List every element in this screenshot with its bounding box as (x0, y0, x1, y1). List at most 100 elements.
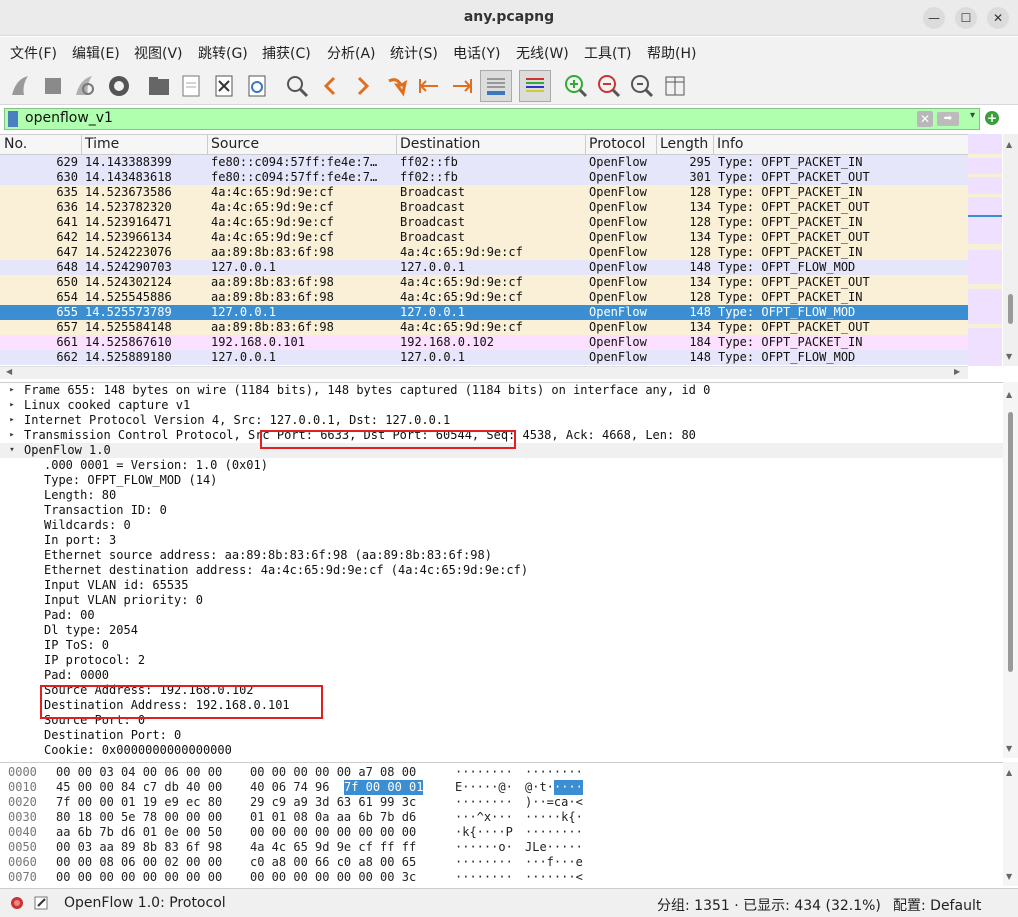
hex-row[interactable]: 0020 7f 00 00 01 19 e9 ec 80 29 c9 a9 3d 6… (0, 795, 1003, 810)
menu-tools[interactable]: 工具(T) (584, 43, 631, 63)
expand-arrow-icon[interactable]: ▸ (7, 398, 17, 413)
packet-list-scrollbar[interactable]: ▲ ▼ (1003, 134, 1018, 366)
detail-row[interactable]: Input VLAN id: 65535 (0, 578, 1003, 593)
detail-row[interactable]: Wildcards: 0 (0, 518, 1003, 533)
packet-row[interactable]: 655 14.525573789 127.0.0.1 127.0.0.1 OpenFlo… (0, 305, 968, 320)
detail-row[interactable]: ▸ Internet Protocol Version 4, Src: 127.0… (0, 413, 1003, 428)
packet-row[interactable]: 629 14.143388399 fe80::c094:57ff:fe4e:7… ff… (0, 155, 968, 170)
detail-row[interactable]: Pad: 00 (0, 608, 1003, 623)
menu-help[interactable]: 帮助(H) (647, 43, 696, 63)
bookmark-icon[interactable] (8, 111, 18, 127)
packet-row[interactable]: 636 14.523782320 4a:4c:65:9d:9e:cf Broadcas… (0, 200, 968, 215)
add-filter-button-icon[interactable]: + (985, 111, 999, 125)
find-packet-icon[interactable] (282, 71, 312, 101)
first-packet-icon[interactable] (414, 71, 444, 101)
display-filter-bar[interactable]: openflow_v1 ✕ ➡ ▾ (4, 108, 980, 130)
hex-row[interactable]: 0060 00 00 08 06 00 02 00 00 c0 a8 00 66 c… (0, 855, 1003, 870)
detail-row[interactable]: .000 0001 = Version: 1.0 (0x01) (0, 458, 1003, 473)
maximize-button[interactable]: ☐ (955, 7, 977, 29)
colorize-icon[interactable] (519, 70, 551, 102)
detail-row[interactable]: IP ToS: 0 (0, 638, 1003, 653)
packet-row[interactable]: 647 14.524223076 aa:89:8b:83:6f:98 4a:4c:65… (0, 245, 968, 260)
expand-arrow-icon[interactable]: ▸ (7, 383, 17, 398)
go-back-icon[interactable] (315, 71, 345, 101)
detail-row[interactable]: In port: 3 (0, 533, 1003, 548)
packet-minimap[interactable] (968, 134, 1002, 366)
packet-row[interactable]: 661 14.525867610 192.168.0.101 192.168.0.10… (0, 335, 968, 350)
bytes-scrollbar[interactable]: ▲ ▼ (1003, 762, 1018, 886)
packet-row[interactable]: 662 14.525889180 127.0.0.1 127.0.0.1 OpenFlo… (0, 350, 968, 365)
packet-row[interactable]: 657 14.525584148 aa:89:8b:83:6f:98 4a:4c:65… (0, 320, 968, 335)
detail-row[interactable]: Dl type: 2054 (0, 623, 1003, 638)
hex-row[interactable]: 0070 00 00 00 00 00 00 00 00 00 00 00 00 0… (0, 870, 1003, 885)
packet-row[interactable]: 648 14.524290703 127.0.0.1 127.0.0.1 OpenFlo… (0, 260, 968, 275)
detail-row[interactable]: Ethernet destination address: 4a:4c:65:9… (0, 563, 1003, 578)
detail-row[interactable]: IP protocol: 2 (0, 653, 1003, 668)
menu-analyze[interactable]: 分析(A) (327, 43, 376, 63)
close-file-icon[interactable] (209, 71, 239, 101)
restart-capture-icon[interactable] (70, 71, 100, 101)
last-packet-icon[interactable] (447, 71, 477, 101)
save-file-icon[interactable] (176, 71, 206, 101)
col-time[interactable]: Time (85, 136, 119, 152)
menu-statistics[interactable]: 统计(S) (390, 43, 438, 63)
col-length[interactable]: Length (660, 136, 708, 152)
hex-row[interactable]: 0030 80 18 00 5e 78 00 00 00 01 01 08 0a a… (0, 810, 1003, 825)
detail-row[interactable]: ▸ Frame 655: 148 bytes on wire (1184 bits… (0, 383, 1003, 398)
hex-row[interactable]: 0000 00 00 03 04 00 06 00 00 00 00 00 00 0… (0, 765, 1003, 780)
packet-row[interactable]: 654 14.525545886 aa:89:8b:83:6f:98 4a:4c:65… (0, 290, 968, 305)
detail-row[interactable]: Length: 80 (0, 488, 1003, 503)
expand-arrow-icon[interactable]: ▸ (7, 413, 17, 428)
status-profile[interactable]: 配置: Default (893, 895, 981, 915)
packet-row[interactable]: 642 14.523966134 4a:4c:65:9d:9e:cf Broadcas… (0, 230, 968, 245)
normal-size-icon[interactable] (627, 71, 657, 101)
menu-file[interactable]: 文件(F) (10, 43, 57, 63)
col-protocol[interactable]: Protocol (589, 136, 645, 152)
detail-row[interactable]: Cookie: 0x0000000000000000 (0, 743, 1003, 758)
capture-status-icon[interactable] (10, 896, 24, 910)
detail-row[interactable]: Transaction ID: 0 (0, 503, 1003, 518)
close-button[interactable]: ✕ (987, 7, 1009, 29)
autoscroll-icon[interactable] (480, 70, 512, 102)
packet-list-hscrollbar[interactable]: ◀ ▶ (0, 366, 968, 379)
col-info[interactable]: Info (717, 136, 744, 152)
shark-fin-start-icon[interactable] (6, 71, 36, 101)
col-destination[interactable]: Destination (400, 136, 480, 152)
filter-dropdown-icon[interactable]: ▾ (970, 110, 975, 121)
display-filter-input[interactable]: openflow_v1 (25, 110, 113, 126)
expand-arrow-icon[interactable]: ▸ (7, 428, 17, 443)
detail-row[interactable]: Type: OFPT_FLOW_MOD (14) (0, 473, 1003, 488)
edit-comment-icon[interactable] (34, 896, 48, 910)
packet-row[interactable]: 630 14.143483618 fe80::c094:57ff:fe4e:7… ff… (0, 170, 968, 185)
stop-capture-icon[interactable] (38, 71, 68, 101)
go-forward-icon[interactable] (348, 71, 378, 101)
col-no[interactable]: No. (4, 136, 27, 152)
menu-capture[interactable]: 捕获(C) (262, 43, 311, 63)
col-source[interactable]: Source (211, 136, 259, 152)
go-to-packet-icon[interactable] (381, 71, 411, 101)
zoom-out-icon[interactable] (594, 71, 624, 101)
menu-view[interactable]: 视图(V) (134, 43, 183, 63)
minimize-button[interactable]: — (923, 7, 945, 29)
resize-columns-icon[interactable] (660, 71, 690, 101)
reload-file-icon[interactable] (242, 71, 272, 101)
detail-row[interactable]: Pad: 0000 (0, 668, 1003, 683)
detail-row[interactable]: Destination Port: 0 (0, 728, 1003, 743)
menu-telephony[interactable]: 电话(Y) (453, 43, 500, 63)
collapse-arrow-icon[interactable]: ▾ (7, 443, 17, 458)
packet-row[interactable]: 635 14.523673586 4a:4c:65:9d:9e:cf Broadcas… (0, 185, 968, 200)
hex-row[interactable]: 0050 00 03 aa 89 8b 83 6f 98 4a 4c 65 9d 9… (0, 840, 1003, 855)
menu-go[interactable]: 跳转(G) (198, 43, 248, 63)
hex-row[interactable]: 0010 45 00 00 84 c7 db 40 00 40 06 74 96 7f… (0, 780, 1003, 795)
packet-row[interactable]: 650 14.524302124 aa:89:8b:83:6f:98 4a:4c:65… (0, 275, 968, 290)
apply-filter-icon[interactable]: ➡ (937, 112, 959, 126)
packet-row[interactable]: 641 14.523916471 4a:4c:65:9d:9e:cf Broadcas… (0, 215, 968, 230)
clear-filter-icon[interactable]: ✕ (917, 111, 933, 127)
capture-options-gear-icon[interactable] (104, 71, 134, 101)
detail-row[interactable]: Input VLAN priority: 0 (0, 593, 1003, 608)
menu-wireless[interactable]: 无线(W) (516, 43, 569, 63)
menu-edit[interactable]: 编辑(E) (72, 43, 120, 63)
detail-row[interactable]: Ethernet source address: aa:89:8b:83:6f:… (0, 548, 1003, 563)
detail-row[interactable]: ▸ Linux cooked capture v1 (0, 398, 1003, 413)
zoom-in-icon[interactable] (561, 71, 591, 101)
